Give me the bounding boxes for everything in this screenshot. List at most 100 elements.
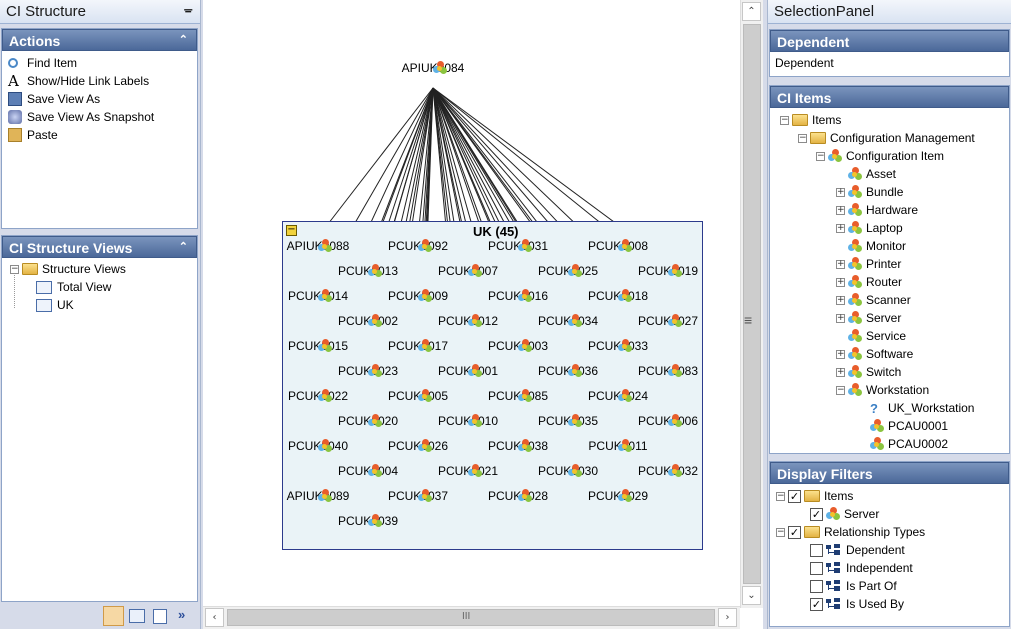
more-chevron-icon[interactable]: » [178, 607, 185, 622]
tree-node-items[interactable]: − Items [780, 111, 1009, 129]
scroll-left-icon[interactable]: ‹ [205, 608, 224, 627]
group-collapse-icon[interactable]: − [286, 225, 297, 236]
ci-node[interactable]: PCUK0040 [278, 439, 358, 453]
ci-node[interactable]: PCUK0002 [328, 314, 408, 328]
dependent-header[interactable]: Dependent [770, 30, 1009, 52]
vertical-scroll-thumb[interactable] [743, 24, 761, 584]
ci-node[interactable]: PCUK0010 [428, 414, 508, 428]
ci-node[interactable]: PCUK0019 [628, 264, 708, 278]
expand-toggle-icon[interactable]: + [836, 349, 845, 359]
ci-node[interactable]: PCUK0011 [578, 439, 658, 453]
tree-node-software[interactable]: + Software [780, 345, 1009, 363]
hierarchy-view-icon[interactable] [129, 609, 145, 623]
ci-node[interactable]: PCUK0021 [428, 464, 508, 478]
ci-node[interactable]: PCUK0009 [378, 289, 458, 303]
ci-node[interactable]: PCUK0085 [478, 389, 558, 403]
collapse-chevron-icon[interactable]: ⌃ [179, 33, 188, 46]
checkbox-unchecked[interactable] [810, 579, 823, 593]
ci-items-tree[interactable]: − Items − Configuration Management − Con… [770, 108, 1009, 453]
filter-relation-is-part-of[interactable]: Is Part Of [776, 577, 1009, 595]
paste-action[interactable]: Paste [2, 126, 197, 144]
expand-toggle-icon[interactable]: + [836, 277, 845, 287]
actions-header[interactable]: Actions ⌃ [2, 29, 197, 51]
horizontal-scroll-thumb[interactable]: III [227, 609, 715, 626]
ci-node[interactable]: PCUK0018 [578, 289, 658, 303]
filter-relation-dependent[interactable]: Dependent [776, 541, 1009, 559]
ci-node[interactable]: PCUK0001 [428, 364, 508, 378]
checkbox-checked[interactable]: ✓ [810, 507, 823, 521]
ci-node[interactable]: PCUK0005 [378, 389, 458, 403]
ci-node[interactable]: PCUK0003 [478, 339, 558, 353]
ci-node[interactable]: PCUK0012 [428, 314, 508, 328]
ci-node[interactable]: PCUK0006 [628, 414, 708, 428]
save-view-as-action[interactable]: Save View As [2, 90, 197, 108]
ci-node[interactable]: PCUK0026 [378, 439, 458, 453]
ci-node[interactable]: PCUK0030 [528, 464, 608, 478]
find-item-action[interactable]: Find Item [2, 54, 197, 72]
tree-node-workstation[interactable]: − Workstation [780, 381, 1009, 399]
expand-toggle-icon[interactable]: + [836, 205, 845, 215]
collapse-toggle-icon[interactable]: − [798, 133, 807, 143]
tree-node-configuration-item[interactable]: − Configuration Item [780, 147, 1009, 165]
collapse-toggle-icon[interactable]: − [10, 264, 19, 274]
pin-icon[interactable]: ᚚ [184, 3, 192, 16]
checkbox-checked[interactable]: ✓ [788, 525, 801, 539]
ci-node[interactable]: PCUK0028 [478, 489, 558, 503]
collapse-toggle-icon[interactable]: − [776, 491, 785, 501]
display-filters-header[interactable]: Display Filters [770, 462, 1009, 484]
expand-toggle-icon[interactable]: + [836, 259, 845, 269]
ci-node[interactable]: PCUK0092 [378, 239, 458, 253]
collapse-toggle-icon[interactable]: − [780, 115, 789, 125]
ci-node[interactable]: PCUK0035 [528, 414, 608, 428]
checkbox-unchecked[interactable] [810, 561, 823, 575]
tree-node-laptop[interactable]: + Laptop [780, 219, 1009, 237]
checkbox-checked[interactable]: ✓ [788, 489, 801, 503]
ci-node[interactable]: PCUK0033 [578, 339, 658, 353]
splitter-grip-icon[interactable]: ≡ [744, 312, 752, 328]
ci-node[interactable]: PCUK0024 [578, 389, 658, 403]
scroll-up-icon[interactable]: ⌃ [742, 2, 761, 21]
expand-toggle-icon[interactable]: + [836, 367, 845, 377]
ci-node[interactable]: PCUK0023 [328, 364, 408, 378]
tree-node-scanner[interactable]: + Scanner [780, 291, 1009, 309]
ci-node[interactable]: APIUK0089 [278, 489, 358, 503]
ci-node[interactable]: PCUK0017 [378, 339, 458, 353]
filter-relation-is-used-by[interactable]: ✓ Is Used By [776, 595, 1009, 613]
ci-node[interactable]: PCUK0032 [628, 464, 708, 478]
ci-node[interactable]: PCUK0014 [278, 289, 358, 303]
expand-toggle-icon[interactable]: + [836, 223, 845, 233]
filter-relation-independent[interactable]: Independent [776, 559, 1009, 577]
ci-node[interactable]: PCUK0031 [478, 239, 558, 253]
structure-views-node[interactable]: − Structure Views [10, 260, 197, 278]
ci-node[interactable]: PCUK0039 [328, 514, 408, 528]
tree-node-service[interactable]: Service [780, 327, 1009, 345]
tree-node-asset[interactable]: Asset [780, 165, 1009, 183]
filter-items[interactable]: − ✓ Items [776, 487, 1009, 505]
expand-toggle-icon[interactable]: + [836, 187, 845, 197]
ci-node[interactable]: PCUK0029 [578, 489, 658, 503]
save-view-snapshot-action[interactable]: Save View As Snapshot [2, 108, 197, 126]
expand-toggle-icon[interactable]: + [836, 295, 845, 305]
expand-toggle-icon[interactable]: − [836, 385, 845, 395]
checkbox-unchecked[interactable] [810, 543, 823, 557]
filter-relationship-types[interactable]: − ✓ Relationship Types [776, 523, 1009, 541]
show-hide-link-labels-action[interactable]: A Show/Hide Link Labels [2, 72, 197, 90]
filter-server[interactable]: ✓ Server [776, 505, 1009, 523]
expand-toggle-icon[interactable]: + [836, 313, 845, 323]
ci-node[interactable]: PCUK0027 [628, 314, 708, 328]
root-ci-node[interactable]: APIUK0084 [393, 61, 473, 75]
ci-node[interactable]: PCUK0025 [528, 264, 608, 278]
scroll-down-icon[interactable]: ⌄ [742, 586, 761, 605]
tree-node-printer[interactable]: + Printer [780, 255, 1009, 273]
tree-node-server[interactable]: + Server [780, 309, 1009, 327]
tree-node-workstation-child[interactable]: ? UK_Workstation [780, 399, 1009, 417]
collapse-toggle-icon[interactable]: − [816, 151, 825, 161]
collapse-toggle-icon[interactable]: − [776, 527, 785, 537]
ci-node[interactable]: PCUK0007 [428, 264, 508, 278]
ci-node[interactable]: PCUK0036 [528, 364, 608, 378]
ci-node[interactable]: PCUK0038 [478, 439, 558, 453]
tree-node-workstation-child[interactable]: PCAU0002 [780, 435, 1009, 453]
export-view-icon[interactable] [153, 609, 167, 624]
ci-node[interactable]: PCUK0022 [278, 389, 358, 403]
tree-node-configuration-management[interactable]: − Configuration Management [780, 129, 1009, 147]
